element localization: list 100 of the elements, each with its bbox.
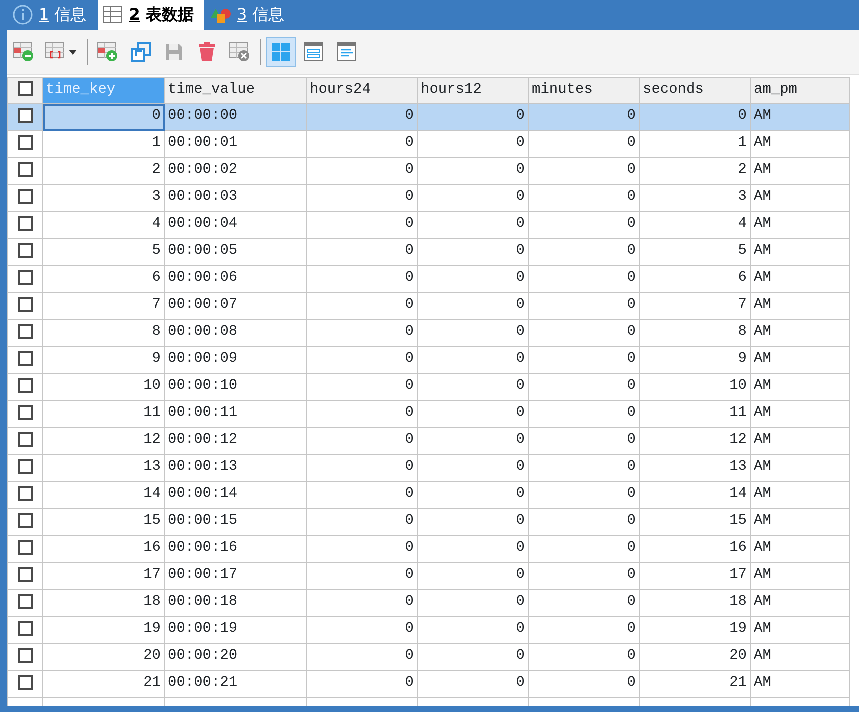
checkbox[interactable] (18, 540, 32, 555)
table-cell: 00:00:06 (164, 266, 306, 292)
table-cell: 11 (42, 400, 164, 428)
table-cell: AM (750, 644, 850, 670)
table-cell: 0 (306, 158, 418, 184)
table-cell: AM (750, 184, 850, 212)
grid-view-icon (270, 41, 292, 63)
checkbox[interactable] (18, 81, 32, 96)
table-cell: 0 (306, 292, 418, 320)
table-cell: 00:00:12 (164, 428, 306, 454)
column-header[interactable]: minutes (528, 78, 640, 104)
table-cell: 8 (42, 320, 164, 346)
column-header[interactable]: hours12 (418, 78, 528, 104)
table-cell: 8 (640, 320, 750, 346)
table-cell: 00:00:03 (164, 184, 306, 212)
table-cell: 0 (528, 130, 640, 158)
table-cell: 0 (528, 346, 640, 374)
checkbox[interactable] (18, 674, 32, 690)
table-cell: 0 (528, 428, 640, 454)
table-cell: AM (750, 212, 850, 238)
checkbox[interactable] (18, 458, 32, 474)
checkbox[interactable] (18, 270, 32, 285)
column-header[interactable]: hours24 (306, 78, 418, 104)
tab[interactable]: 2 表数据 (98, 0, 204, 30)
tab[interactable]: 3 信息 (206, 0, 294, 30)
table-cell: 00:00:15 (164, 508, 306, 536)
checkbox[interactable] (18, 566, 32, 582)
table-cell: 9 (42, 346, 164, 374)
table-cell: 0 (418, 374, 528, 400)
checkbox[interactable] (18, 134, 32, 150)
table-icon (102, 4, 124, 26)
table-cell: 4 (640, 212, 750, 238)
column-header[interactable]: seconds (640, 78, 750, 104)
checkbox[interactable] (18, 512, 32, 528)
table-cell: 00:00:10 (164, 374, 306, 400)
table-cell: 18 (42, 590, 164, 616)
table-cell: 00:00:21 (164, 670, 306, 698)
table-cell: 15 (640, 508, 750, 536)
column-header[interactable]: time_value (164, 78, 306, 104)
table-cell: 0 (418, 400, 528, 428)
table-cell: 1 (640, 130, 750, 158)
checkbox[interactable] (18, 620, 32, 636)
table-cell: 0 (418, 670, 528, 698)
table-cell: 4 (42, 212, 164, 238)
table-cell: 0 (528, 454, 640, 482)
table-cell: 0 (418, 212, 528, 238)
table-cell: 00:00:19 (164, 616, 306, 644)
checkbox[interactable] (18, 216, 32, 231)
table-cell: 0 (306, 670, 418, 698)
table-cell: AM (750, 320, 850, 346)
table-cell: 0 (306, 536, 418, 562)
text-view-icon (336, 41, 358, 63)
checkbox[interactable] (18, 188, 32, 204)
table-cell: 0 (528, 482, 640, 508)
table-cell: 3 (42, 184, 164, 212)
table-cell: 5 (42, 238, 164, 266)
table-cell: AM (750, 266, 850, 292)
checkbox[interactable] (18, 162, 32, 177)
table-cell: AM (750, 536, 850, 562)
checkbox[interactable] (18, 486, 32, 501)
table-cell: 0 (528, 184, 640, 212)
table-cell: 0 (306, 212, 418, 238)
table-cell: AM (750, 590, 850, 616)
checkbox[interactable] (18, 296, 32, 312)
checkbox[interactable] (18, 432, 32, 447)
checkbox[interactable] (18, 594, 32, 609)
table-cell: 6 (640, 266, 750, 292)
table-cell: 0 (306, 482, 418, 508)
table-cell: 00:00:20 (164, 644, 306, 670)
table-cell: AM (750, 130, 850, 158)
table-cell: 10 (42, 374, 164, 400)
table-cell: 7 (42, 292, 164, 320)
table-cell: 0 (418, 428, 528, 454)
table-cell: 19 (640, 616, 750, 644)
form-view-icon (303, 41, 325, 63)
table-cell: AM (750, 428, 850, 454)
trash-icon (196, 41, 218, 63)
checkbox[interactable] (18, 242, 32, 258)
table-cell: 0 (306, 400, 418, 428)
table-cell: AM (750, 508, 850, 536)
checkbox[interactable] (18, 350, 32, 366)
table-cell: 0 (528, 320, 640, 346)
table-cell: 0 (528, 536, 640, 562)
table-cell: 00:00:16 (164, 536, 306, 562)
table-cell: 00:00:02 (164, 158, 306, 184)
tab[interactable]: 1 信息 (8, 0, 96, 30)
table-cell: 0 (528, 590, 640, 616)
table-cell: AM (750, 104, 850, 130)
checkbox[interactable] (18, 648, 32, 663)
table-cell: 0 (528, 292, 640, 320)
column-header[interactable]: am_pm (750, 78, 850, 104)
checkbox[interactable] (18, 108, 32, 123)
checkbox[interactable] (18, 324, 32, 339)
checkbox[interactable] (18, 404, 32, 420)
table-cell: 6 (42, 266, 164, 292)
table-cell: 0 (306, 644, 418, 670)
table-cell: 18 (640, 590, 750, 616)
checkbox[interactable] (18, 378, 32, 393)
table-cell: 00:00:11 (164, 400, 306, 428)
table-cell: 00:00:04 (164, 212, 306, 238)
